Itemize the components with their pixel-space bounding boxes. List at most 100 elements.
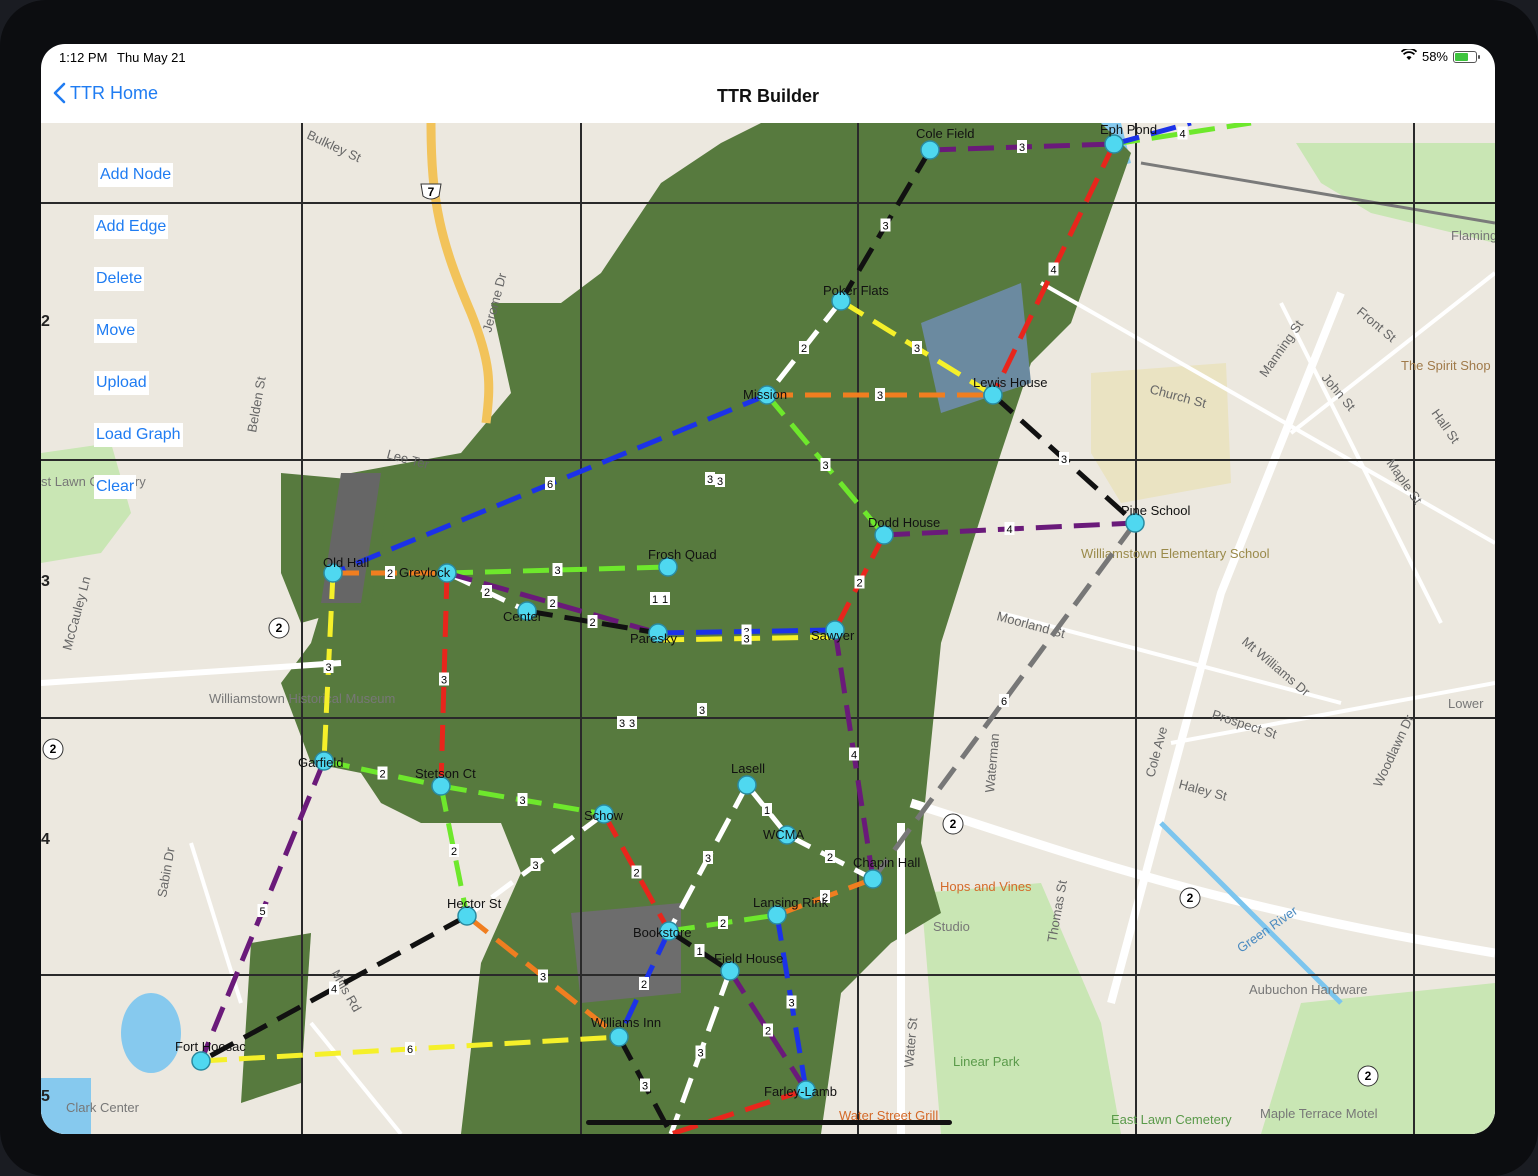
svg-text:3: 3 <box>325 662 331 674</box>
route-shield-icon: 2 <box>268 617 290 639</box>
status-date: Thu May 21 <box>117 50 186 65</box>
clear-button[interactable]: Clear <box>94 475 137 499</box>
node-label: Mission <box>743 387 787 402</box>
graph-node[interactable]: Schow <box>584 804 624 824</box>
edge-weight-label: 3 <box>697 703 707 717</box>
svg-text:3: 3 <box>540 972 546 984</box>
map-view[interactable]: Bulkley St Jerome Dr Belden St Lee Ter M… <box>41 123 1495 1134</box>
edge-weight-label: 6 <box>405 1042 415 1056</box>
node-label: WCMA <box>763 827 804 842</box>
svg-text:6: 6 <box>1001 696 1007 708</box>
node-label: Field House <box>714 951 783 966</box>
node-label: Dodd House <box>868 515 940 530</box>
graph-node[interactable]: Farley-Lamb <box>764 1080 837 1100</box>
edge-weight-label: 2 <box>587 615 598 629</box>
svg-text:2: 2 <box>1365 1069 1372 1083</box>
node-label: Pine School <box>1121 503 1190 518</box>
upload-button[interactable]: Upload <box>94 371 149 395</box>
svg-text:3: 3 <box>882 221 888 233</box>
edge-weight-label: 5 <box>257 904 268 918</box>
route-shield-icon: 2 <box>1357 1065 1379 1087</box>
svg-text:2: 2 <box>801 343 807 355</box>
node-label: Frosh Quad <box>648 547 717 562</box>
edge-weight-label: 3 <box>880 218 891 233</box>
edge-weight-label: 2 <box>799 341 809 355</box>
grid-row-label: 4 <box>41 831 50 848</box>
svg-text:3: 3 <box>705 853 711 865</box>
edge-weight-label: 2 <box>449 844 459 858</box>
move-button[interactable]: Move <box>94 319 138 343</box>
edge-weight-label: 3 <box>741 631 752 645</box>
svg-text:3: 3 <box>822 460 828 472</box>
graph-node[interactable]: Bookstore <box>633 921 692 941</box>
node-label: Center <box>503 609 543 624</box>
node-label: Lansing Rink <box>753 895 829 910</box>
svg-text:2: 2 <box>1187 891 1194 905</box>
edge-weight-label: 3 <box>715 474 725 488</box>
node-label: Fort Hoosac <box>175 1039 246 1054</box>
edge-weight-label: 2 <box>718 916 728 930</box>
svg-text:1: 1 <box>696 946 702 958</box>
graph-node[interactable]: WCMA <box>763 825 804 845</box>
edge-weight-label: 3 <box>617 716 627 730</box>
svg-text:2: 2 <box>950 817 957 831</box>
status-right: 58% <box>1400 47 1480 64</box>
edge-weight-label: 6 <box>999 694 1009 708</box>
edge-weight-label: 2 <box>854 575 865 590</box>
edge-weight-label: 2 <box>825 850 835 864</box>
wifi-icon <box>1400 47 1418 64</box>
place-label: Lower <box>1448 696 1484 711</box>
svg-text:3: 3 <box>877 390 883 402</box>
svg-text:2: 2 <box>50 742 57 756</box>
map-canvas[interactable]: Bulkley St Jerome Dr Belden St Lee Ter M… <box>41 123 1495 1134</box>
node-marker <box>1104 134 1124 154</box>
node-label: Old Hall <box>323 555 369 570</box>
node-label: Schow <box>584 808 624 823</box>
svg-text:2: 2 <box>720 918 726 930</box>
battery-icon <box>1453 50 1480 63</box>
node-marker <box>920 140 940 160</box>
svg-text:3: 3 <box>629 718 635 730</box>
svg-text:3: 3 <box>697 1048 703 1060</box>
edge-weight-label: 4 <box>329 981 339 996</box>
place-label: Hops and Vines <box>940 879 1032 894</box>
edge-weight-label: 4 <box>1048 262 1059 277</box>
svg-text:4: 4 <box>851 750 857 762</box>
status-bar: 1:12 PM Thu May 21 58% <box>41 44 1495 70</box>
add-node-button[interactable]: Add Node <box>98 163 174 187</box>
route-shield-icon: 2 <box>942 813 964 835</box>
svg-text:4: 4 <box>1006 524 1012 536</box>
node-label: Greylock <box>399 565 451 580</box>
edge-weight-label: 3 <box>552 563 563 577</box>
node-label: Eph Pond <box>1100 123 1157 137</box>
delete-button[interactable]: Delete <box>94 267 145 291</box>
node-label: Sawyer <box>811 628 855 643</box>
node-label: Poker Flats <box>823 283 889 298</box>
edge-weight-label: 6 <box>545 477 555 491</box>
graph-node[interactable]: Greylock <box>399 563 457 583</box>
svg-text:3: 3 <box>1061 454 1067 466</box>
svg-text:3: 3 <box>717 476 723 488</box>
edge-weight-label: 3 <box>530 858 541 872</box>
svg-text:2: 2 <box>387 568 393 580</box>
edge-weight-label: 3 <box>627 716 637 730</box>
svg-text:2: 2 <box>484 587 490 599</box>
grid-row-label: 3 <box>41 573 50 590</box>
svg-text:3: 3 <box>532 860 538 872</box>
add-edge-button[interactable]: Add Edge <box>94 215 169 239</box>
place-label: Flamingo <box>1451 228 1495 243</box>
node-marker <box>737 775 757 795</box>
edge-weight-label: 3 <box>323 660 334 674</box>
load-graph-button[interactable]: Load Graph <box>94 423 183 447</box>
place-label: Clark Center <box>66 1100 140 1115</box>
edge-weight-label: 3 <box>1017 140 1027 154</box>
node-marker <box>863 869 883 889</box>
edge-weight-label: 2 <box>547 596 558 610</box>
svg-text:2: 2 <box>633 868 639 880</box>
edge-weight-label: 2 <box>385 566 395 580</box>
edge-weight-label: 3 <box>439 672 449 687</box>
svg-text:2: 2 <box>641 979 647 991</box>
graph-node[interactable]: Mission <box>743 385 787 405</box>
edge-weight-label: 3 <box>1059 452 1069 466</box>
graph-node[interactable]: Garfield <box>298 751 344 771</box>
